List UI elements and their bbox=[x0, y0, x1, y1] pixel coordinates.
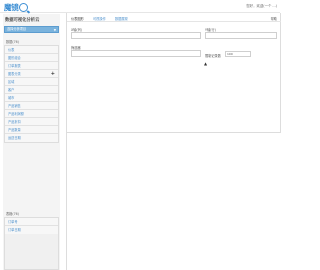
sidebar-item-label: 订单日期 bbox=[8, 228, 21, 232]
sidebar-item-label: 订单号 bbox=[8, 220, 18, 224]
logo-magnifier-icon bbox=[19, 2, 29, 12]
tab-data-view[interactable]: 数据展现 bbox=[115, 16, 128, 21]
sidebar-item[interactable]: 城市 bbox=[5, 94, 58, 102]
chart-workspace: 仪表图形 可视操作 数据展现 帮助 X轴(列) Y轴(行) 筛选器 限制记录数 … bbox=[67, 13, 281, 133]
sidebar-item-label: 城市 bbox=[8, 96, 15, 100]
measure-list: 订单号 订单日期 bbox=[4, 217, 59, 270]
project-select[interactable]: 选择分析项目 ▼ bbox=[4, 26, 59, 33]
sidebar-item-label: 图表分类 bbox=[8, 72, 21, 76]
logo-text: 魔镜 bbox=[4, 2, 19, 12]
sidebar-item[interactable]: 客户 bbox=[5, 86, 58, 94]
sidebar-item-label: 产品数量 bbox=[8, 128, 21, 132]
sidebar-item[interactable]: 仪表 bbox=[5, 46, 58, 54]
user-menu[interactable]: 您好，欢迎(一个 ...) bbox=[246, 3, 277, 8]
dimension-list: 仪表 图形组合 订单报表 图表分类 + 区域 客户 城市 产品销售 产品利润额 产… bbox=[4, 45, 59, 143]
sidebar-item[interactable]: 图表分类 + bbox=[5, 70, 58, 78]
sidebar-item-label: 运送日期 bbox=[8, 136, 21, 140]
sidebar-item[interactable]: 产品利润额 bbox=[5, 110, 58, 118]
tab-bar: 仪表图形 可视操作 数据展现 帮助 bbox=[67, 13, 281, 22]
x-axis-dropzone[interactable] bbox=[71, 32, 201, 39]
sidebar: 数据可视化分析云 选择分析项目 ▼ 数据(76) 仪表 图形组合 订单报表 图表… bbox=[3, 14, 60, 270]
add-icon[interactable]: + bbox=[51, 70, 55, 78]
system-title: 数据可视化分析云 bbox=[5, 18, 40, 23]
sidebar-item-label: 仪表 bbox=[8, 48, 15, 52]
sidebar-item[interactable]: 订单日期 bbox=[5, 226, 58, 234]
app-logo[interactable]: 魔镜 bbox=[4, 2, 29, 12]
sidebar-item-label: 产品销售 bbox=[8, 104, 21, 108]
chevron-down-icon: ▼ bbox=[53, 28, 56, 32]
top-bar: 魔镜 您好，欢迎(一个 ...) bbox=[0, 0, 280, 13]
sidebar-item-label: 订单报表 bbox=[8, 64, 21, 68]
sidebar-item-label: 产品折扣 bbox=[8, 120, 21, 124]
sidebar-item[interactable]: 图形组合 bbox=[5, 54, 58, 62]
sidebar-item-label: 客户 bbox=[8, 88, 15, 92]
sidebar-item[interactable]: 订单号 bbox=[5, 218, 58, 226]
sidebar-item-label: 图形组合 bbox=[8, 56, 21, 60]
sidebar-item[interactable]: 产品销售 bbox=[5, 102, 58, 110]
y-axis-dropzone[interactable] bbox=[205, 32, 277, 39]
sidebar-item[interactable]: 运送日期 bbox=[5, 134, 58, 142]
sidebar-item[interactable]: 产品数量 bbox=[5, 126, 58, 134]
row-limit-input[interactable]: 100 bbox=[225, 51, 251, 57]
project-select-value: 选择分析项目 bbox=[7, 27, 27, 31]
dimension-group-title: 数据(76) bbox=[6, 40, 19, 44]
collapse-caret-icon[interactable]: ▲ bbox=[204, 61, 207, 66]
filter-dropzone[interactable] bbox=[71, 50, 201, 57]
sidebar-item-label: 区域 bbox=[8, 80, 15, 84]
sidebar-item[interactable]: 订单报表 bbox=[5, 62, 58, 70]
sidebar-item[interactable]: 产品折扣 bbox=[5, 118, 58, 126]
sidebar-item[interactable]: 区域 bbox=[5, 78, 58, 86]
help-link[interactable]: 帮助 bbox=[271, 16, 277, 21]
tab-dashboard[interactable]: 仪表图形 bbox=[71, 16, 84, 21]
sidebar-item-label: 产品利润额 bbox=[8, 112, 24, 116]
measure-group-title: 表格(76) bbox=[6, 212, 19, 216]
row-limit-label: 限制记录数 bbox=[205, 54, 221, 58]
main-panel: 仪表图形 可视操作 数据展现 帮助 X轴(列) Y轴(行) 筛选器 限制记录数 … bbox=[66, 13, 281, 270]
tab-visual-ops[interactable]: 可视操作 bbox=[93, 16, 106, 21]
